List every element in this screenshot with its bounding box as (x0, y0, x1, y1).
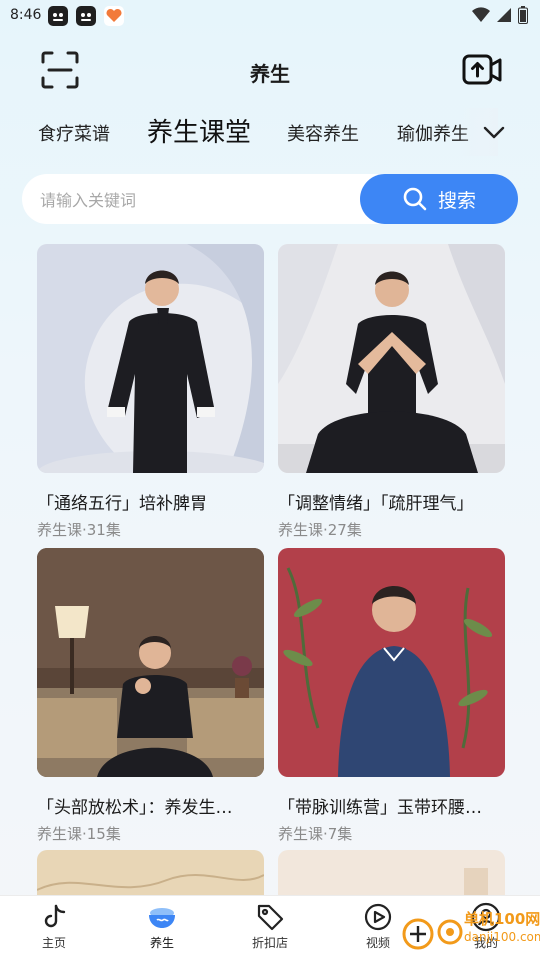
search-button[interactable]: 搜索 (360, 174, 518, 224)
course-thumbnail (278, 244, 505, 473)
course-meta: 养生课·15集 (37, 825, 121, 843)
course-thumbnail (37, 244, 264, 473)
tab-beauty[interactable]: 美容养生 (287, 120, 359, 146)
wifi-icon (472, 7, 490, 23)
battery-icon (518, 6, 528, 24)
nav-label: 主页 (41, 936, 66, 950)
tab-health-class[interactable]: 养生课堂 (147, 112, 251, 149)
search-icon (403, 187, 427, 211)
play-circle-icon (364, 903, 392, 931)
course-card[interactable]: 「调整情绪」「疏肝理气」 养生课·27集 (278, 244, 505, 540)
nav-item-home[interactable]: 主页 (14, 902, 94, 951)
course-card[interactable]: 「头部放松术」：养发生… 养生课·15集 (37, 548, 264, 844)
course-title: 「带脉训练营」玉带环腰… (278, 798, 482, 818)
video-upload-icon (462, 54, 502, 85)
course-card[interactable]: 「带脉训练营」玉带环腰… 养生课·7集 (278, 548, 505, 844)
more-categories-button[interactable] (482, 120, 506, 144)
watermark-logo: 单机100网 danji100.com (392, 904, 540, 956)
page-title: 养生 (250, 62, 290, 86)
watermark-text: 单机100网 (464, 910, 540, 928)
signal-icon (497, 8, 511, 22)
nav-item-health[interactable]: 养生 (122, 902, 202, 951)
course-title: 「调整情绪」「疏肝理气」 (278, 494, 474, 514)
course-card[interactable]: 「通络五行」培补脾胃 养生课·31集 (37, 244, 264, 540)
upload-video-button[interactable] (462, 52, 502, 88)
app-notification-icon (48, 6, 68, 26)
status-bar: 8:46 (0, 0, 540, 32)
nav-label: 折扣店 (251, 936, 288, 950)
category-tabs: 食疗菜谱 养生课堂 美容养生 瑜伽养生 (0, 108, 540, 156)
status-time: 8:46 (10, 7, 42, 23)
course-meta: 养生课·27集 (278, 521, 362, 539)
app-notification-icon (104, 6, 124, 26)
course-meta: 养生课·31集 (37, 521, 121, 539)
bowl-icon (149, 908, 175, 928)
tag-icon (257, 904, 284, 931)
bottom-nav: 主页 养生 折扣店 视频 我的 单机100网 danji100.com (0, 895, 540, 960)
course-title: 「通络五行」培补脾胃 (37, 494, 207, 514)
nav-item-discount-store[interactable]: 折扣店 (230, 902, 310, 951)
course-title: 「头部放松术」：养发生… (37, 798, 233, 818)
course-thumbnail (278, 548, 505, 777)
app-notification-icon (76, 6, 96, 26)
course-meta: 养生课·7集 (278, 825, 353, 843)
search-button-label: 搜索 (437, 189, 476, 212)
tiktok-icon (44, 904, 66, 928)
chevron-down-icon (483, 126, 505, 139)
tab-food-recipes[interactable]: 食疗菜谱 (38, 120, 110, 146)
course-thumbnail (37, 548, 264, 777)
search-bar: 搜索 (22, 174, 518, 226)
search-input[interactable] (38, 174, 362, 226)
nav-label: 养生 (149, 936, 174, 950)
header: 养生 (0, 44, 540, 100)
watermark-url: danji100.com (464, 930, 540, 944)
